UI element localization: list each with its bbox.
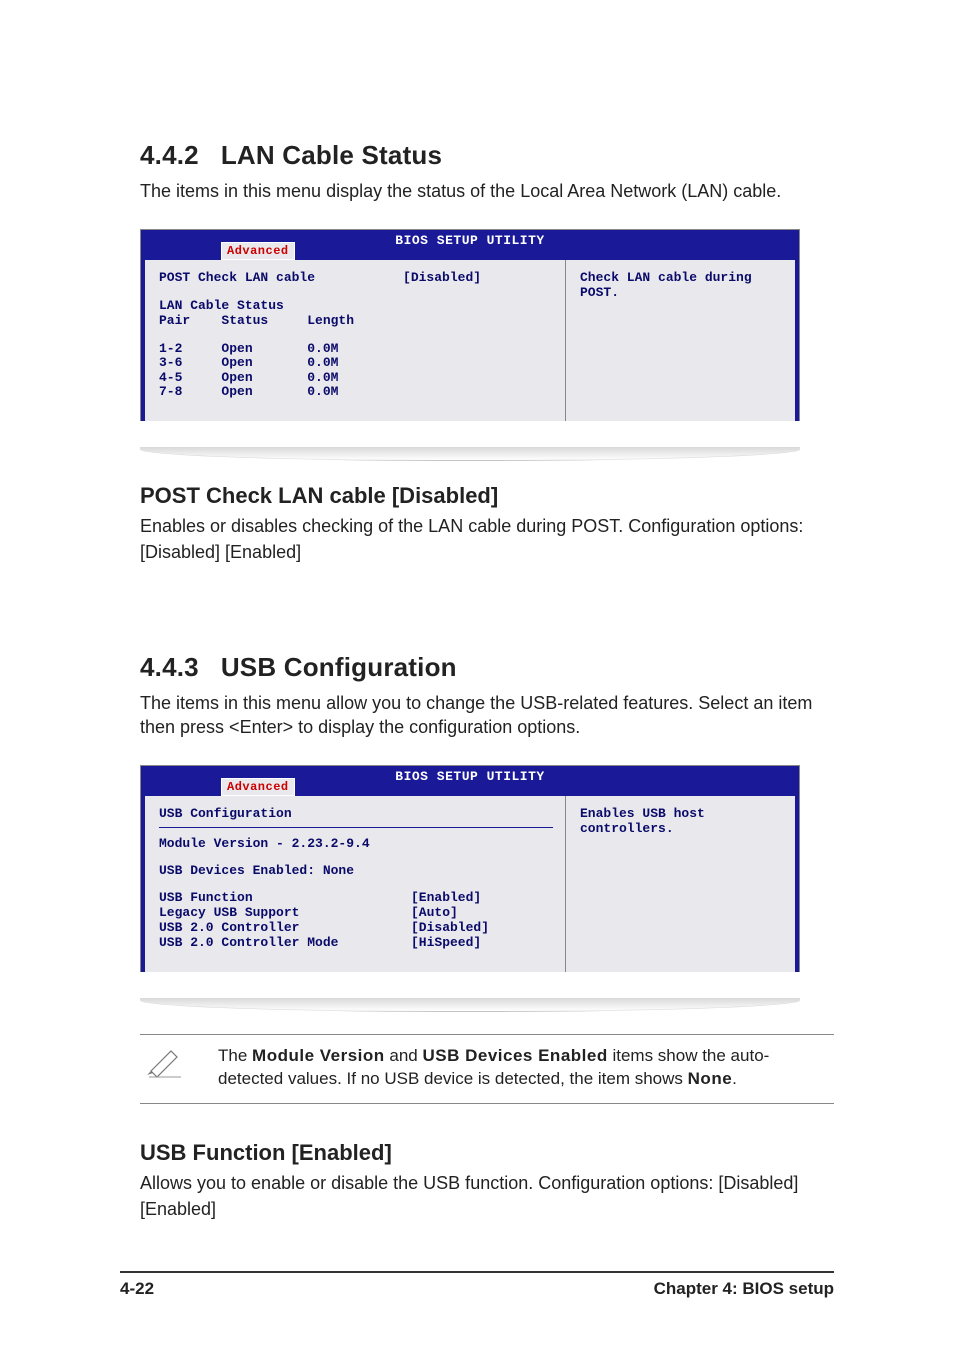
bios-screenshot-lan: BIOS SETUP UTILITY Advanced POST Check L… (140, 229, 800, 421)
section-number: 4.4.2 (140, 140, 199, 170)
page-footer: 4-22 Chapter 4: BIOS setup (120, 1271, 834, 1299)
subsection-body: Enables or disables checking of the LAN … (140, 513, 834, 565)
note-callout: The Module Version and USB Devices Enabl… (140, 1034, 834, 1104)
usb-config-title: USB Configuration (159, 806, 292, 821)
subsection-heading: POST Check LAN cable [Disabled] (140, 483, 834, 509)
bios-title-bar: BIOS SETUP UTILITY Advanced (141, 230, 799, 260)
section-intro: The items in this menu allow you to chan… (140, 691, 834, 740)
subsection-heading: USB Function [Enabled] (140, 1140, 834, 1166)
usb-row-label: USB Function (159, 890, 253, 905)
usb-devices-enabled: USB Devices Enabled: None (159, 863, 354, 878)
section-title: LAN Cable Status (221, 140, 442, 170)
note-text: The Module Version and USB Devices Enabl… (218, 1045, 830, 1091)
subsection-body: Allows you to enable or disable the USB … (140, 1170, 834, 1222)
section-title: USB Configuration (221, 652, 457, 682)
usb-row-label: USB 2.0 Controller (159, 920, 299, 935)
section-heading: 4.4.3 USB Configuration (140, 652, 834, 683)
bios-title-bar: BIOS SETUP UTILITY Advanced (141, 766, 799, 796)
bios-item-label: POST Check LAN cable (159, 270, 315, 285)
usb-row-value: [Disabled] (411, 920, 489, 935)
chapter-label: Chapter 4: BIOS setup (654, 1279, 834, 1299)
bios-tab-advanced: Advanced (221, 242, 295, 260)
section-number: 4.4.3 (140, 652, 199, 682)
usb-row-value: [Enabled] (411, 890, 481, 905)
section-intro: The items in this menu display the statu… (140, 179, 834, 203)
bios-screenshot-usb: BIOS SETUP UTILITY Advanced USB Configur… (140, 765, 800, 972)
bios-utility-title: BIOS SETUP UTILITY (395, 769, 544, 784)
bios-tab-advanced: Advanced (221, 778, 295, 796)
bios-utility-title: BIOS SETUP UTILITY (395, 233, 544, 248)
bios-help-text: Check LAN cable during POST. (580, 270, 752, 300)
section-heading: 4.4.2 LAN Cable Status (140, 140, 834, 171)
lan-cable-table: LAN Cable Status Pair Status Length 1-2 … (159, 299, 553, 399)
page-number: 4-22 (120, 1279, 154, 1299)
usb-module-version: Module Version - 2.23.2-9.4 (159, 836, 370, 851)
bios-item-value: [Disabled] (403, 270, 481, 285)
pencil-icon (144, 1045, 186, 1079)
usb-row-label: USB 2.0 Controller Mode (159, 935, 338, 950)
usb-row-label: Legacy USB Support (159, 905, 299, 920)
usb-row-value: [Auto] (411, 905, 458, 920)
usb-row-value: [HiSpeed] (411, 935, 481, 950)
bios-help-text: Enables USB host controllers. (580, 806, 705, 836)
